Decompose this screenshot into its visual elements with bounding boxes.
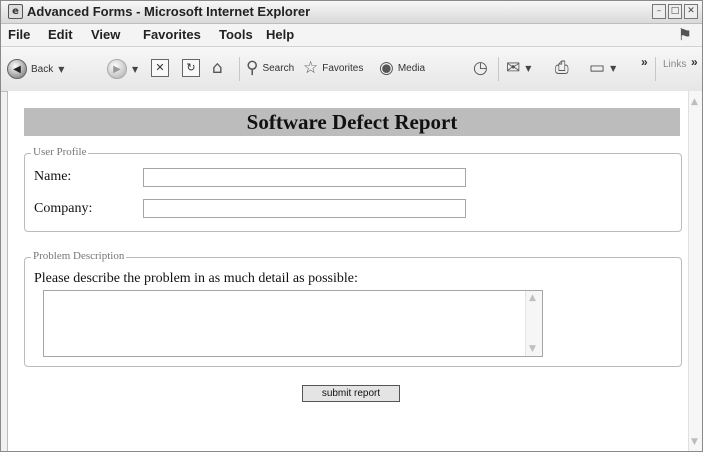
maximize-button[interactable]: □	[668, 4, 682, 19]
company-field[interactable]	[143, 199, 466, 218]
scroll-up-icon[interactable]: ▲	[529, 293, 536, 303]
print-icon: ⎙	[555, 58, 569, 78]
minimize-button[interactable]: –	[652, 4, 666, 19]
chevron-down-icon: ▼	[58, 64, 65, 74]
browser-window: e Advanced Forms - Microsoft Internet Ex…	[0, 0, 703, 452]
toolbar-divider	[239, 57, 240, 81]
toolbar-divider	[655, 57, 656, 81]
chevron-down-icon: ▼	[132, 64, 139, 74]
mail-button[interactable]: ✉ ▼	[506, 59, 531, 77]
chevron-down-icon: ▼	[610, 63, 617, 73]
toolbar-overflow-button[interactable]: »	[641, 55, 648, 69]
windows-flag-icon: ⚑	[677, 25, 692, 44]
back-arrow-icon: ◀	[7, 59, 27, 79]
ie-page-icon: e	[8, 4, 23, 19]
problem-description-fieldset: Problem Description Please describe the …	[24, 250, 682, 367]
problem-description-textarea[interactable]: ▲ ▼	[43, 290, 543, 357]
refresh-icon: ↻	[182, 59, 200, 77]
media-button[interactable]: ◉ Media	[379, 59, 425, 77]
menu-file[interactable]: File	[8, 27, 30, 42]
scroll-up-icon[interactable]: ▲	[691, 97, 698, 107]
menu-help[interactable]: Help	[266, 27, 294, 42]
window-title: Advanced Forms - Microsoft Internet Expl…	[27, 4, 311, 19]
name-label: Name:	[34, 169, 72, 184]
print-button[interactable]: ⎙	[555, 59, 569, 77]
window-controls: – □ ✕	[652, 4, 698, 19]
user-profile-legend: User Profile	[31, 146, 89, 158]
menu-bar: File Edit View Favorites Tools Help	[1, 24, 702, 46]
home-icon: ⌂	[212, 58, 223, 78]
toolbar: ◀ Back ▼ ▶ ▼ ✕ ↻ ⌂ ⚲ Search ☆ Favorites …	[1, 46, 702, 92]
history-icon: ◷	[473, 58, 488, 78]
menu-view[interactable]: View	[91, 27, 120, 42]
company-label: Company:	[34, 201, 93, 216]
page-scrollbar[interactable]: ▲ ▼	[688, 91, 702, 451]
search-icon: ⚲	[246, 58, 259, 78]
problem-prompt: Please describe the problem in as much d…	[34, 271, 358, 286]
edit-button[interactable]: ▭ ▼	[589, 59, 616, 77]
stop-button[interactable]: ✕	[151, 59, 169, 77]
history-button[interactable]: ◷	[473, 59, 488, 77]
mail-icon: ✉	[506, 58, 521, 78]
back-button[interactable]: ◀ Back ▼	[7, 59, 64, 79]
forward-button[interactable]: ▶ ▼	[107, 59, 138, 79]
links-button[interactable]: Links	[663, 59, 686, 70]
user-profile-fieldset: User Profile Name: Company:	[24, 146, 682, 232]
title-bar: e Advanced Forms - Microsoft Internet Ex…	[1, 1, 702, 24]
toolbar-divider	[498, 57, 499, 81]
media-icon: ◉	[379, 58, 394, 78]
star-icon: ☆	[303, 58, 319, 78]
name-field[interactable]	[143, 168, 466, 187]
page-content: Software Defect Report User Profile Name…	[7, 91, 688, 451]
refresh-button[interactable]: ↻	[182, 59, 200, 77]
menu-favorites[interactable]: Favorites	[143, 27, 201, 42]
menu-tools[interactable]: Tools	[219, 27, 253, 42]
forward-arrow-icon: ▶	[107, 59, 127, 79]
chevron-down-icon: ▼	[525, 63, 532, 73]
problem-description-legend: Problem Description	[31, 250, 127, 262]
search-button[interactable]: ⚲ Search	[246, 59, 294, 77]
scroll-down-icon[interactable]: ▼	[691, 437, 698, 447]
page-title: Software Defect Report	[24, 108, 680, 136]
stop-icon: ✕	[151, 59, 169, 77]
favorites-button[interactable]: ☆ Favorites	[303, 59, 363, 77]
menu-edit[interactable]: Edit	[48, 27, 73, 42]
textarea-scrollbar[interactable]: ▲ ▼	[525, 291, 542, 356]
links-overflow-button[interactable]: »	[691, 55, 698, 69]
home-button[interactable]: ⌂	[212, 59, 223, 77]
scroll-down-icon[interactable]: ▼	[529, 344, 536, 354]
edit-page-icon: ▭	[589, 58, 606, 78]
submit-report-button[interactable]: submit report	[302, 385, 400, 402]
close-button[interactable]: ✕	[684, 4, 698, 19]
